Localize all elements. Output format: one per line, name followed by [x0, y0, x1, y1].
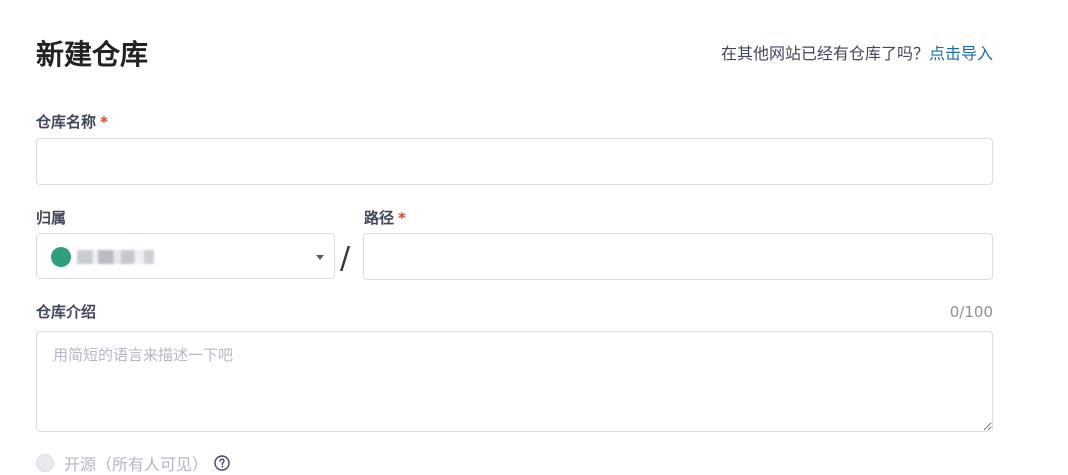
path-input[interactable] — [363, 233, 993, 280]
repo-name-label: 仓库名称 * — [36, 112, 108, 132]
import-link[interactable]: 点击导入 — [929, 44, 993, 63]
owner-name-obscured — [77, 250, 173, 264]
import-hint: 在其他网站已经有仓库了吗？点击导入 — [721, 43, 993, 65]
owner-label: 归属 — [36, 208, 66, 228]
question-circle-icon[interactable] — [214, 455, 230, 471]
path-separator: / — [340, 241, 351, 276]
path-label: 路径 * — [364, 208, 406, 228]
owner-select[interactable] — [36, 233, 335, 279]
open-source-option[interactable]: 开源（所有人可见） — [36, 453, 230, 474]
required-mark: * — [100, 113, 108, 131]
description-label: 仓库介绍 — [36, 302, 96, 322]
repo-name-input[interactable] — [36, 138, 993, 185]
path-label-text: 路径 — [364, 209, 395, 227]
description-char-counter: 0/100 — [949, 303, 993, 321]
open-source-label: 开源（所有人可见） — [64, 455, 209, 474]
description-textarea[interactable] — [36, 331, 993, 432]
description-label-text: 仓库介绍 — [36, 303, 97, 321]
open-source-radio[interactable] — [36, 454, 54, 472]
owner-label-text: 归属 — [36, 209, 67, 227]
avatar — [51, 247, 71, 267]
caret-down-icon — [316, 255, 324, 260]
repo-name-label-text: 仓库名称 — [36, 113, 97, 131]
import-prompt-text: 在其他网站已经有仓库了吗？ — [720, 44, 929, 63]
required-mark: * — [398, 209, 406, 227]
page-title: 新建仓库 — [36, 38, 149, 71]
